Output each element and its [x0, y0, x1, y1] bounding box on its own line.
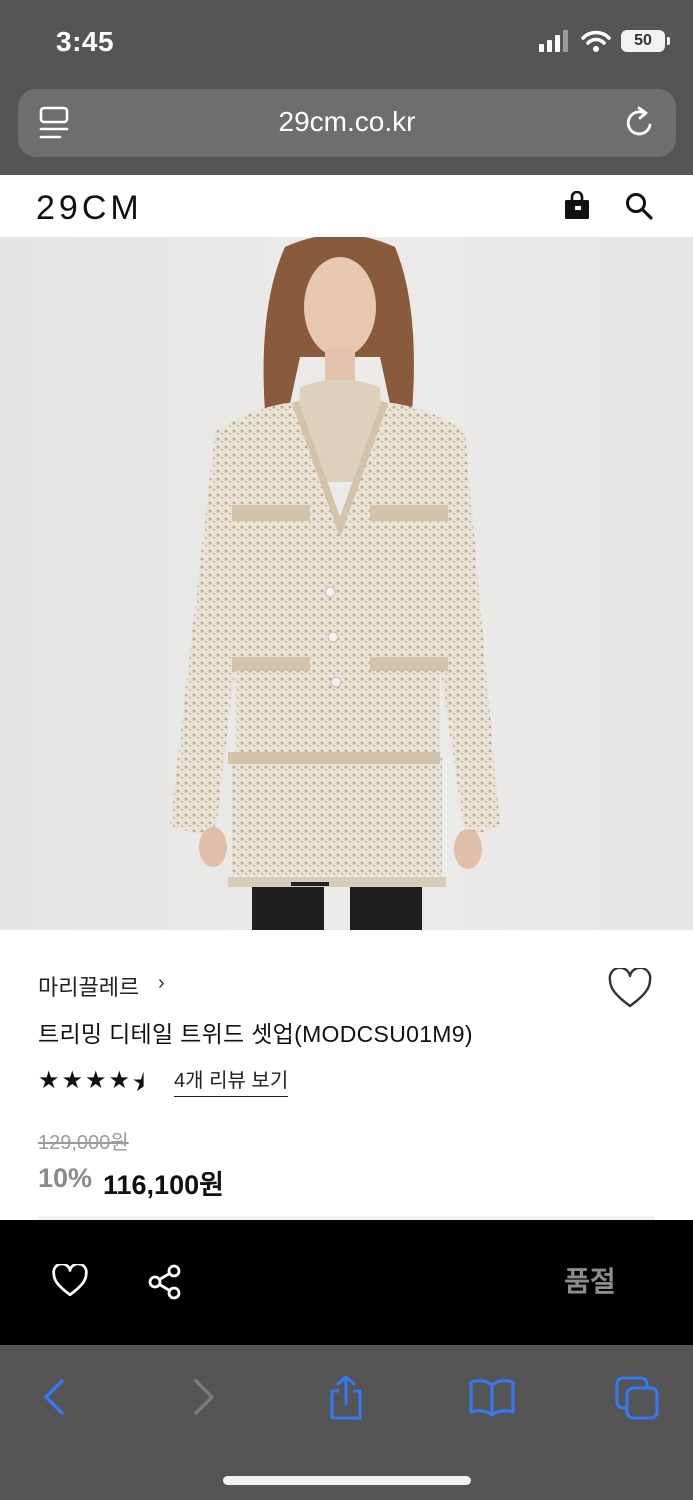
- heart-icon[interactable]: [51, 1264, 89, 1298]
- battery-indicator: 50: [621, 30, 670, 52]
- back-icon[interactable]: [40, 1375, 70, 1419]
- status-time: 3:45: [56, 26, 115, 57]
- sale-price: 116,100원: [103, 1170, 224, 1200]
- star-icon: ★: [61, 1067, 84, 1094]
- reload-icon[interactable]: [624, 105, 656, 141]
- home-indicator: [223, 1476, 471, 1485]
- discount-rate: 10%: [38, 1163, 93, 1193]
- shopping-bag-icon[interactable]: [562, 191, 592, 221]
- site-header: 29CM: [0, 175, 693, 237]
- cellular-signal-icon: [539, 30, 568, 52]
- chevron-right-icon[interactable]: ›: [158, 972, 165, 995]
- status-indicators: 50: [539, 30, 670, 52]
- product-photo: [170, 237, 500, 930]
- half-star-icon: ⯨: [132, 1070, 145, 1097]
- review-link[interactable]: 4개 리뷰 보기: [174, 1064, 289, 1097]
- bookmarks-icon[interactable]: [468, 1375, 516, 1419]
- share-icon[interactable]: [147, 1264, 183, 1300]
- star-icon: ★: [108, 1067, 131, 1094]
- site-logo[interactable]: 29CM: [36, 189, 143, 228]
- product-info: 마리끌레르 › 트리밍 디테일 트위드 셋업(MODCSU01M9) ★ ★ ★…: [0, 930, 693, 1220]
- original-price: 129,000원: [38, 1132, 129, 1154]
- share-sheet-icon[interactable]: [326, 1375, 366, 1421]
- soldout-button[interactable]: 품절: [520, 1260, 660, 1304]
- image-pagination-indicator: [291, 882, 329, 886]
- tabs-icon[interactable]: [614, 1375, 660, 1421]
- product-image[interactable]: [0, 237, 693, 930]
- wifi-icon: [581, 30, 611, 52]
- address-bar[interactable]: 29cm.co.kr: [18, 89, 676, 157]
- url-text[interactable]: 29cm.co.kr: [18, 106, 676, 138]
- star-icon: ★: [38, 1067, 60, 1094]
- brand-link[interactable]: 마리끌레르: [38, 970, 139, 1002]
- rating-stars: ★ ★ ★ ★ ⯨: [38, 1066, 145, 1107]
- forward-icon[interactable]: [188, 1375, 218, 1419]
- product-name: 트리밍 디테일 트위드 셋업(MODCSU01M9): [38, 1021, 473, 1047]
- star-icon: ★: [85, 1067, 107, 1094]
- search-icon[interactable]: [624, 191, 654, 221]
- heart-icon[interactable]: [607, 968, 653, 1010]
- status-bar: 3:45 50: [0, 0, 693, 84]
- bottom-action-bar: 품절: [0, 1220, 693, 1345]
